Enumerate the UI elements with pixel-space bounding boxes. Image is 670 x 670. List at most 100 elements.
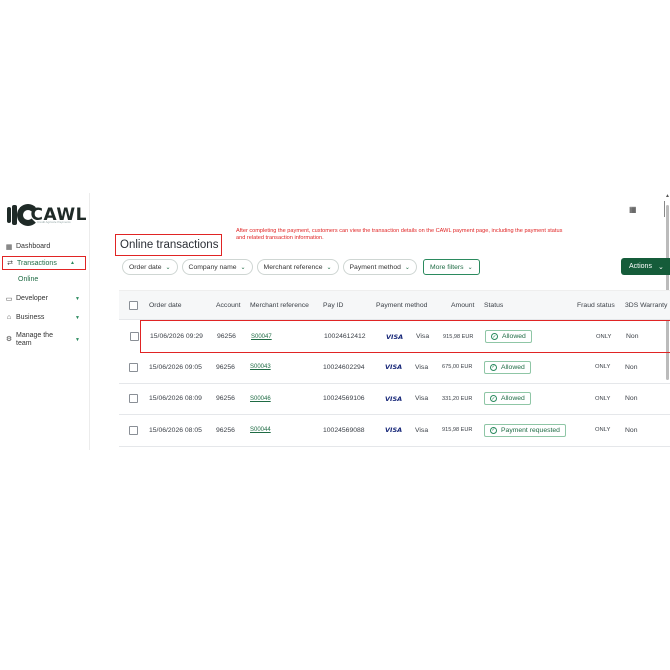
page-title: Online transactions (115, 234, 222, 256)
sidebar: CAWL Crédit Agricole Payments ▦ Dashboar… (0, 193, 90, 450)
actions-label: Actions (629, 263, 652, 270)
chevron-down-icon: ⌄ (326, 264, 332, 271)
chevron-up-icon: ▲ (70, 260, 75, 266)
filter-label: Merchant reference (263, 263, 323, 271)
check-circle-icon: ✓ (490, 363, 497, 371)
filter-merchant-reference[interactable]: Merchant reference ⌄ (256, 259, 339, 275)
sidebar-nav: ▦ Dashboard ⇄ Transactions ▲ Online ▭ De… (0, 237, 90, 353)
filter-label: Payment method (349, 263, 401, 271)
status-label: Allowed (502, 333, 526, 340)
col-pay-id[interactable]: Pay ID (323, 291, 343, 319)
sidebar-item-business[interactable]: ⌂ Business ▼ (0, 308, 90, 327)
visa-logo: VISA (385, 426, 403, 435)
payment-method-cell: Visa (416, 333, 430, 340)
sidebar-item-manage-team[interactable]: ⚙ Manage the team ▼ (0, 327, 90, 353)
fraud-status-cell: ONLY (595, 395, 611, 402)
col-amount[interactable]: Amount (451, 291, 474, 319)
transfer-icon: ⇄ (7, 260, 13, 267)
amount-cell: 675,00 EUR (442, 364, 473, 371)
dashboard-icon: ▦ (5, 243, 13, 251)
three-ds-cell: Non (625, 395, 638, 403)
visa-logo: VISA (385, 394, 403, 403)
apps-grid-icon[interactable]: ▦ (629, 205, 637, 214)
col-merchant-reference[interactable]: Merchant reference (250, 291, 309, 319)
col-status[interactable]: Status (484, 291, 503, 319)
bank-icon: ⌂ (6, 314, 12, 321)
col-order-date[interactable]: Order date (149, 291, 182, 319)
topbar-divider (664, 201, 665, 217)
merchant-reference-link[interactable]: S00044 (250, 427, 271, 433)
merchant-reference-link[interactable]: S00046 (250, 396, 271, 402)
account-cell: 96256 (216, 395, 235, 403)
chevron-down-icon: ⌄ (404, 264, 410, 271)
visa-logo: VISA (385, 363, 403, 372)
sidebar-item-label: Online (18, 276, 39, 283)
sidebar-item-online[interactable]: Online (0, 270, 90, 289)
chevron-down-icon: ▼ (75, 314, 80, 321)
three-ds-cell: Non (626, 333, 639, 340)
check-circle-icon: ✓ (491, 333, 498, 340)
chevron-down-icon: ⌄ (240, 264, 246, 271)
app-window: CAWL Crédit Agricole Payments ▦ Dashboar… (0, 193, 670, 450)
check-circle-icon: ✓ (490, 395, 497, 403)
code-icon: ▭ (5, 295, 13, 303)
order-date-cell: 15/06/2026 09:29 (150, 333, 203, 340)
status-label: Payment requested (501, 426, 560, 434)
three-ds-cell: Non (625, 426, 638, 434)
amount-cell: 915,98 EUR (443, 333, 474, 340)
pay-id-cell: 10024602294 (323, 363, 365, 371)
col-account[interactable]: Account (216, 291, 241, 319)
merchant-reference-link[interactable]: S00043 (250, 364, 271, 370)
actions-button[interactable]: Actions ⌄ (621, 258, 670, 275)
account-cell: 96256 (216, 363, 235, 371)
gear-icon: ⚙ (5, 336, 13, 343)
sidebar-item-developer[interactable]: ▭ Developer ▼ (0, 289, 90, 308)
status-badge: ✓ Payment requested (484, 423, 566, 437)
chevron-down-icon: ⌄ (657, 263, 664, 271)
annotation-note: After completing the payment, customers … (236, 228, 563, 241)
fraud-status-cell: ONLY (595, 364, 611, 371)
filter-company-name[interactable]: Company name ⌄ (181, 259, 253, 275)
filter-payment-method[interactable]: Payment method ⌄ (342, 259, 417, 275)
transactions-table: Order date Account Merchant reference Pa… (119, 290, 670, 450)
sidebar-item-dashboard[interactable]: ▦ Dashboard (0, 237, 90, 256)
status-badge: ✓ Allowed (485, 330, 532, 343)
visa-logo: VISA (386, 332, 404, 341)
row-checkbox[interactable] (129, 425, 138, 435)
table-row[interactable]: 15/06/2026 08:09 96256 S00046 10024569106 VI… (119, 384, 670, 415)
filter-order-date[interactable]: Order date ⌄ (122, 259, 178, 275)
scroll-up-arrow-icon[interactable]: ▲ (665, 193, 670, 199)
table-row[interactable]: 15/06/2026 08:05 96256 S00044 10024569088 VI… (119, 415, 670, 447)
sidebar-item-label: Developer (16, 295, 48, 302)
table-row[interactable]: 15/06/2026 09:29 96256 S00047 10024612412 VI… (130, 320, 670, 353)
fraud-status-cell: ONLY (595, 427, 611, 434)
merchant-reference-link[interactable]: S00047 (251, 334, 272, 340)
account-cell: 96256 (216, 426, 235, 434)
status-badge: ✓ Allowed (484, 392, 531, 406)
more-filters-label: More filters (429, 263, 464, 271)
select-all-checkbox[interactable] (129, 300, 138, 310)
amount-cell: 331,20 EUR (442, 395, 473, 402)
col-fraud-status[interactable]: Fraud status (577, 291, 615, 319)
filter-label: Order date (129, 263, 162, 271)
col-3ds-warranty[interactable]: 3DS Warranty (625, 291, 667, 319)
more-filters-button[interactable]: More filters ⌄ (422, 259, 480, 275)
table-row[interactable]: 15/06/2026 08:0296256S0004310024569055VI… (119, 447, 670, 451)
pay-id-cell: 10024569106 (323, 395, 365, 403)
filter-label: Company name (188, 263, 237, 271)
order-date-cell: 15/06/2026 09:05 (149, 363, 202, 371)
col-payment-method[interactable]: Payment method (376, 291, 427, 319)
sidebar-item-transactions[interactable]: ⇄ Transactions ▲ (2, 256, 86, 270)
logo-tagline: Crédit Agricole Payments (37, 220, 71, 224)
account-cell: 96256 (217, 333, 236, 340)
chevron-down-icon: ⌄ (165, 264, 171, 271)
status-label: Allowed (501, 363, 525, 371)
row-checkbox[interactable] (129, 394, 138, 404)
row-checkbox[interactable] (129, 362, 138, 372)
payment-method-cell: Visa (415, 363, 429, 371)
table-row[interactable]: 15/06/2026 09:05 96256 S00043 10024602294 VI… (119, 352, 670, 384)
filter-bar: Order date ⌄ Company name ⌄ Merchant refer… (122, 259, 480, 275)
status-label: Allowed (501, 395, 525, 403)
row-checkbox[interactable] (130, 332, 139, 341)
sidebar-item-label: Transactions (17, 259, 57, 267)
